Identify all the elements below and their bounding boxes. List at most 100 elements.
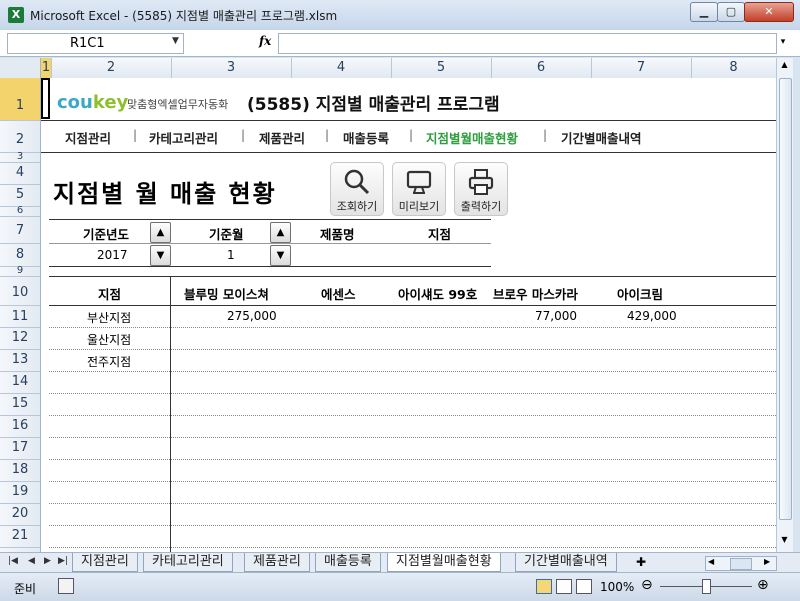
column-header-2[interactable]: 2: [51, 58, 172, 78]
table-cell-branch[interactable]: 전주지점: [87, 353, 131, 370]
formula-bar: R1C1 ▼ fx ▾: [0, 30, 800, 57]
zoom-level[interactable]: 100%: [600, 580, 634, 594]
scroll-right-icon[interactable]: ▶: [764, 557, 770, 566]
row-header-2[interactable]: 2: [0, 120, 40, 153]
nav-separator: |: [241, 128, 246, 142]
tab-branch-management[interactable]: 지점관리: [72, 553, 138, 572]
tab-category-management[interactable]: 카테고리관리: [143, 553, 233, 572]
horizontal-scrollbar[interactable]: ◀ ▶: [705, 556, 777, 571]
column-header-5[interactable]: 5: [391, 58, 492, 78]
month-spin-up-button[interactable]: ▲: [270, 222, 291, 243]
row-header-11[interactable]: 11: [0, 305, 40, 328]
row-header-10[interactable]: 10: [0, 276, 40, 306]
tab-product-management[interactable]: 제품관리: [244, 553, 310, 572]
formula-tools: fx: [187, 33, 275, 52]
row-header-8[interactable]: 8: [0, 243, 40, 267]
nav-product-management[interactable]: 제품관리: [259, 128, 305, 147]
zoom-slider-thumb[interactable]: [702, 579, 711, 594]
next-sheet-icon[interactable]: ▶: [44, 556, 51, 566]
table-row-divider: [49, 349, 776, 350]
chevron-down-icon[interactable]: ▼: [172, 36, 179, 46]
table-cell-branch[interactable]: 부산지점: [87, 309, 131, 326]
nav-sales-entry[interactable]: 매출등록: [343, 128, 389, 147]
horizontal-scroll-thumb[interactable]: [730, 558, 752, 570]
row-header-1[interactable]: 1: [0, 78, 40, 121]
close-button[interactable]: ✕: [744, 2, 794, 22]
row-header-20[interactable]: 20: [0, 503, 40, 526]
year-spin-up-button[interactable]: ▲: [150, 222, 171, 243]
scroll-up-icon[interactable]: ▲: [779, 60, 790, 74]
prev-sheet-icon[interactable]: ◀: [28, 556, 35, 566]
filter-month-value[interactable]: 1: [227, 248, 235, 262]
print-button[interactable]: 출력하기: [454, 162, 508, 216]
insert-function-icon[interactable]: fx: [259, 34, 271, 48]
row-header-4[interactable]: 4: [0, 162, 40, 185]
scroll-left-icon[interactable]: ◀: [708, 557, 714, 566]
row-header-16[interactable]: 16: [0, 415, 40, 438]
column-header-4[interactable]: 4: [291, 58, 392, 78]
column-header-3[interactable]: 3: [171, 58, 292, 78]
table-row-divider: [49, 327, 776, 328]
row-header-18[interactable]: 18: [0, 459, 40, 482]
search-button[interactable]: 조회하기: [330, 162, 384, 216]
row-header-21[interactable]: 21: [0, 525, 40, 548]
filter-border-bottom: [49, 266, 491, 267]
table-row-divider: [49, 525, 776, 526]
insert-sheet-icon[interactable]: ✚: [636, 555, 646, 569]
tab-branch-monthly-sales[interactable]: 지점별월매출현황: [387, 553, 501, 572]
nav-period-sales[interactable]: 기간별매출내역: [561, 128, 642, 147]
table-cell-value[interactable]: 77,000: [535, 309, 577, 323]
first-sheet-icon[interactable]: |◀: [8, 556, 18, 566]
column-header-8[interactable]: 8: [691, 58, 777, 78]
minimize-button[interactable]: ▁: [690, 2, 718, 22]
scroll-down-icon[interactable]: ▼: [779, 535, 790, 549]
table-row-divider: [49, 503, 776, 504]
row-header-12[interactable]: 12: [0, 327, 40, 350]
row-header-7[interactable]: 7: [0, 216, 40, 244]
nav-branch-management[interactable]: 지점관리: [65, 128, 111, 147]
tab-period-sales[interactable]: 기간별매출내역: [515, 553, 617, 572]
expand-formula-icon[interactable]: ▾: [776, 33, 790, 52]
vertical-scrollbar[interactable]: ▲ ▼: [776, 58, 793, 552]
table-header-branch: 지점: [98, 287, 122, 302]
nav-category-management[interactable]: 카테고리관리: [149, 128, 218, 147]
zoom-in-icon[interactable]: ⊕: [757, 577, 769, 593]
zoom-out-icon[interactable]: ⊖: [641, 577, 653, 593]
nav-branch-monthly-sales[interactable]: 지점별월매출현황: [426, 128, 518, 147]
window-title: Microsoft Excel - (5585) 지점별 매출관리 프로그램.x…: [30, 9, 338, 23]
preview-button[interactable]: 미리보기: [392, 162, 446, 216]
row-header-5[interactable]: 5: [0, 184, 40, 207]
filter-year-value[interactable]: 2017: [97, 248, 128, 262]
table-row-divider: [49, 437, 776, 438]
row-header-19[interactable]: 19: [0, 481, 40, 504]
table-cell-value[interactable]: 429,000: [627, 309, 677, 323]
row-header-17[interactable]: 17: [0, 437, 40, 460]
tab-sales-entry[interactable]: 매출등록: [315, 553, 381, 572]
selected-cell-r1c1[interactable]: [41, 78, 50, 119]
name-box[interactable]: R1C1 ▼: [7, 33, 184, 54]
year-spin-down-button[interactable]: ▼: [150, 245, 171, 266]
table-cell-branch[interactable]: 울산지점: [87, 331, 131, 348]
maximize-button[interactable]: ▢: [717, 2, 745, 22]
column-header-6[interactable]: 6: [491, 58, 592, 78]
table-row-divider: [49, 459, 776, 460]
row-header-14[interactable]: 14: [0, 371, 40, 394]
scroll-thumb[interactable]: [779, 78, 792, 520]
formula-input[interactable]: [278, 33, 777, 54]
column-header-7[interactable]: 7: [591, 58, 692, 78]
last-sheet-icon[interactable]: ▶|: [58, 556, 68, 566]
worksheet-grid[interactable]: coukey 맞춤형엑셀업무자동화 (5585) 지점별 매출관리 프로그램 지…: [41, 78, 776, 552]
page-layout-view-icon[interactable]: [556, 579, 572, 594]
excel-app-icon[interactable]: X: [8, 7, 24, 23]
nav-separator: |: [409, 128, 414, 142]
row-header-13[interactable]: 13: [0, 349, 40, 372]
table-cell-value[interactable]: 275,000: [227, 309, 277, 323]
month-spin-down-button[interactable]: ▼: [270, 245, 291, 266]
select-all-corner[interactable]: [0, 58, 41, 78]
table-row-divider: [49, 481, 776, 482]
table-header-product-1: 블루밍 모이스쳐: [184, 287, 269, 302]
normal-view-icon[interactable]: [536, 579, 552, 594]
page-break-view-icon[interactable]: [576, 579, 592, 594]
row-header-15[interactable]: 15: [0, 393, 40, 416]
macro-record-icon[interactable]: [58, 578, 74, 594]
